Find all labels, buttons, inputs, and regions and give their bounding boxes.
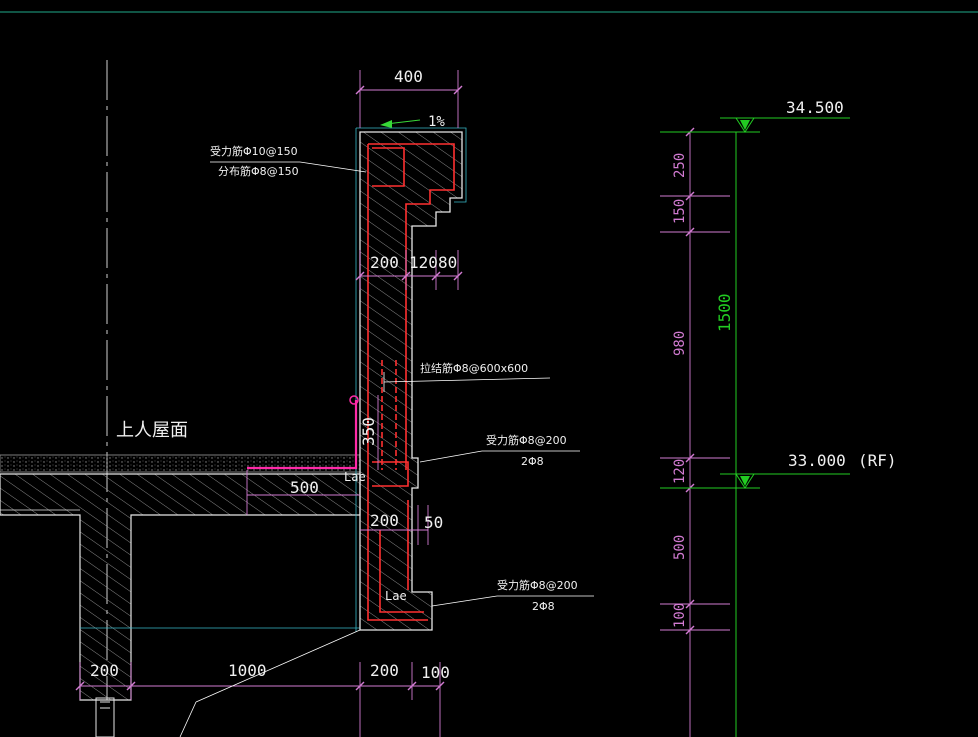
dim-step-120: 120 [409,253,438,272]
top-rebar-dist-label: 分布筋Φ8@150 [218,164,299,178]
mid-rebar-count-label: 2Φ8 [521,455,544,468]
lae-lower-label: Lae [385,589,407,603]
dim-bottom-1000: 1000 [228,661,267,680]
labels-layer: 400 1% 受力筋Φ10@150 分布筋Φ8@150 200 120 80 拉… [90,67,897,682]
roof-slab [0,473,361,701]
dim-bottom-200-right: 200 [370,661,399,680]
seg-150: 150 [672,199,688,224]
seg-120: 120 [672,459,688,484]
elevation-markers [660,117,850,737]
parapet-section [247,119,551,632]
elevation-top-label: 34.500 [786,98,844,117]
seg-100: 100 [672,603,688,628]
bottom-rebar-count-label: 2Φ8 [532,600,555,613]
lae-upper-label: Lae [344,470,366,484]
dim-slab-500: 500 [290,478,319,497]
dim-height-350: 350 [359,417,378,446]
cad-drawing-canvas: 400 1% 受力筋Φ10@150 分布筋Φ8@150 200 120 80 拉… [0,11,978,737]
seg-500: 500 [672,535,688,560]
dim-bottom-200-left: 200 [90,661,119,680]
bottom-rebar-main-label: 受力筋Φ8@200 [497,578,578,592]
slope-label: 1% [428,114,445,130]
roof-name-label: 上人屋面 [116,420,188,441]
dim-beam-200: 200 [370,511,399,530]
total-1500: 1500 [715,293,734,332]
roof-slab-structure [0,454,361,737]
seg-250: 250 [672,153,688,178]
dim-parapet-width: 400 [394,67,423,86]
dim-bottom-100: 100 [421,663,450,682]
slope-arrow [380,119,421,128]
tie-bar-label: 拉结筋Φ8@600x600 [420,361,528,375]
dim-step-80: 80 [438,253,457,272]
top-rebar-main-label: 受力筋Φ10@150 [210,144,298,158]
dim-wall-200: 200 [370,253,399,272]
elevation-roof-tag: (RF) [858,451,897,470]
window-block [95,697,115,737]
insulation-layer [0,454,361,473]
mid-rebar-main-label: 受力筋Φ8@200 [486,433,567,447]
elevation-roof-label: 33.000 [788,451,846,470]
seg-980: 980 [672,331,688,356]
dim-beam-50: 50 [424,513,443,532]
